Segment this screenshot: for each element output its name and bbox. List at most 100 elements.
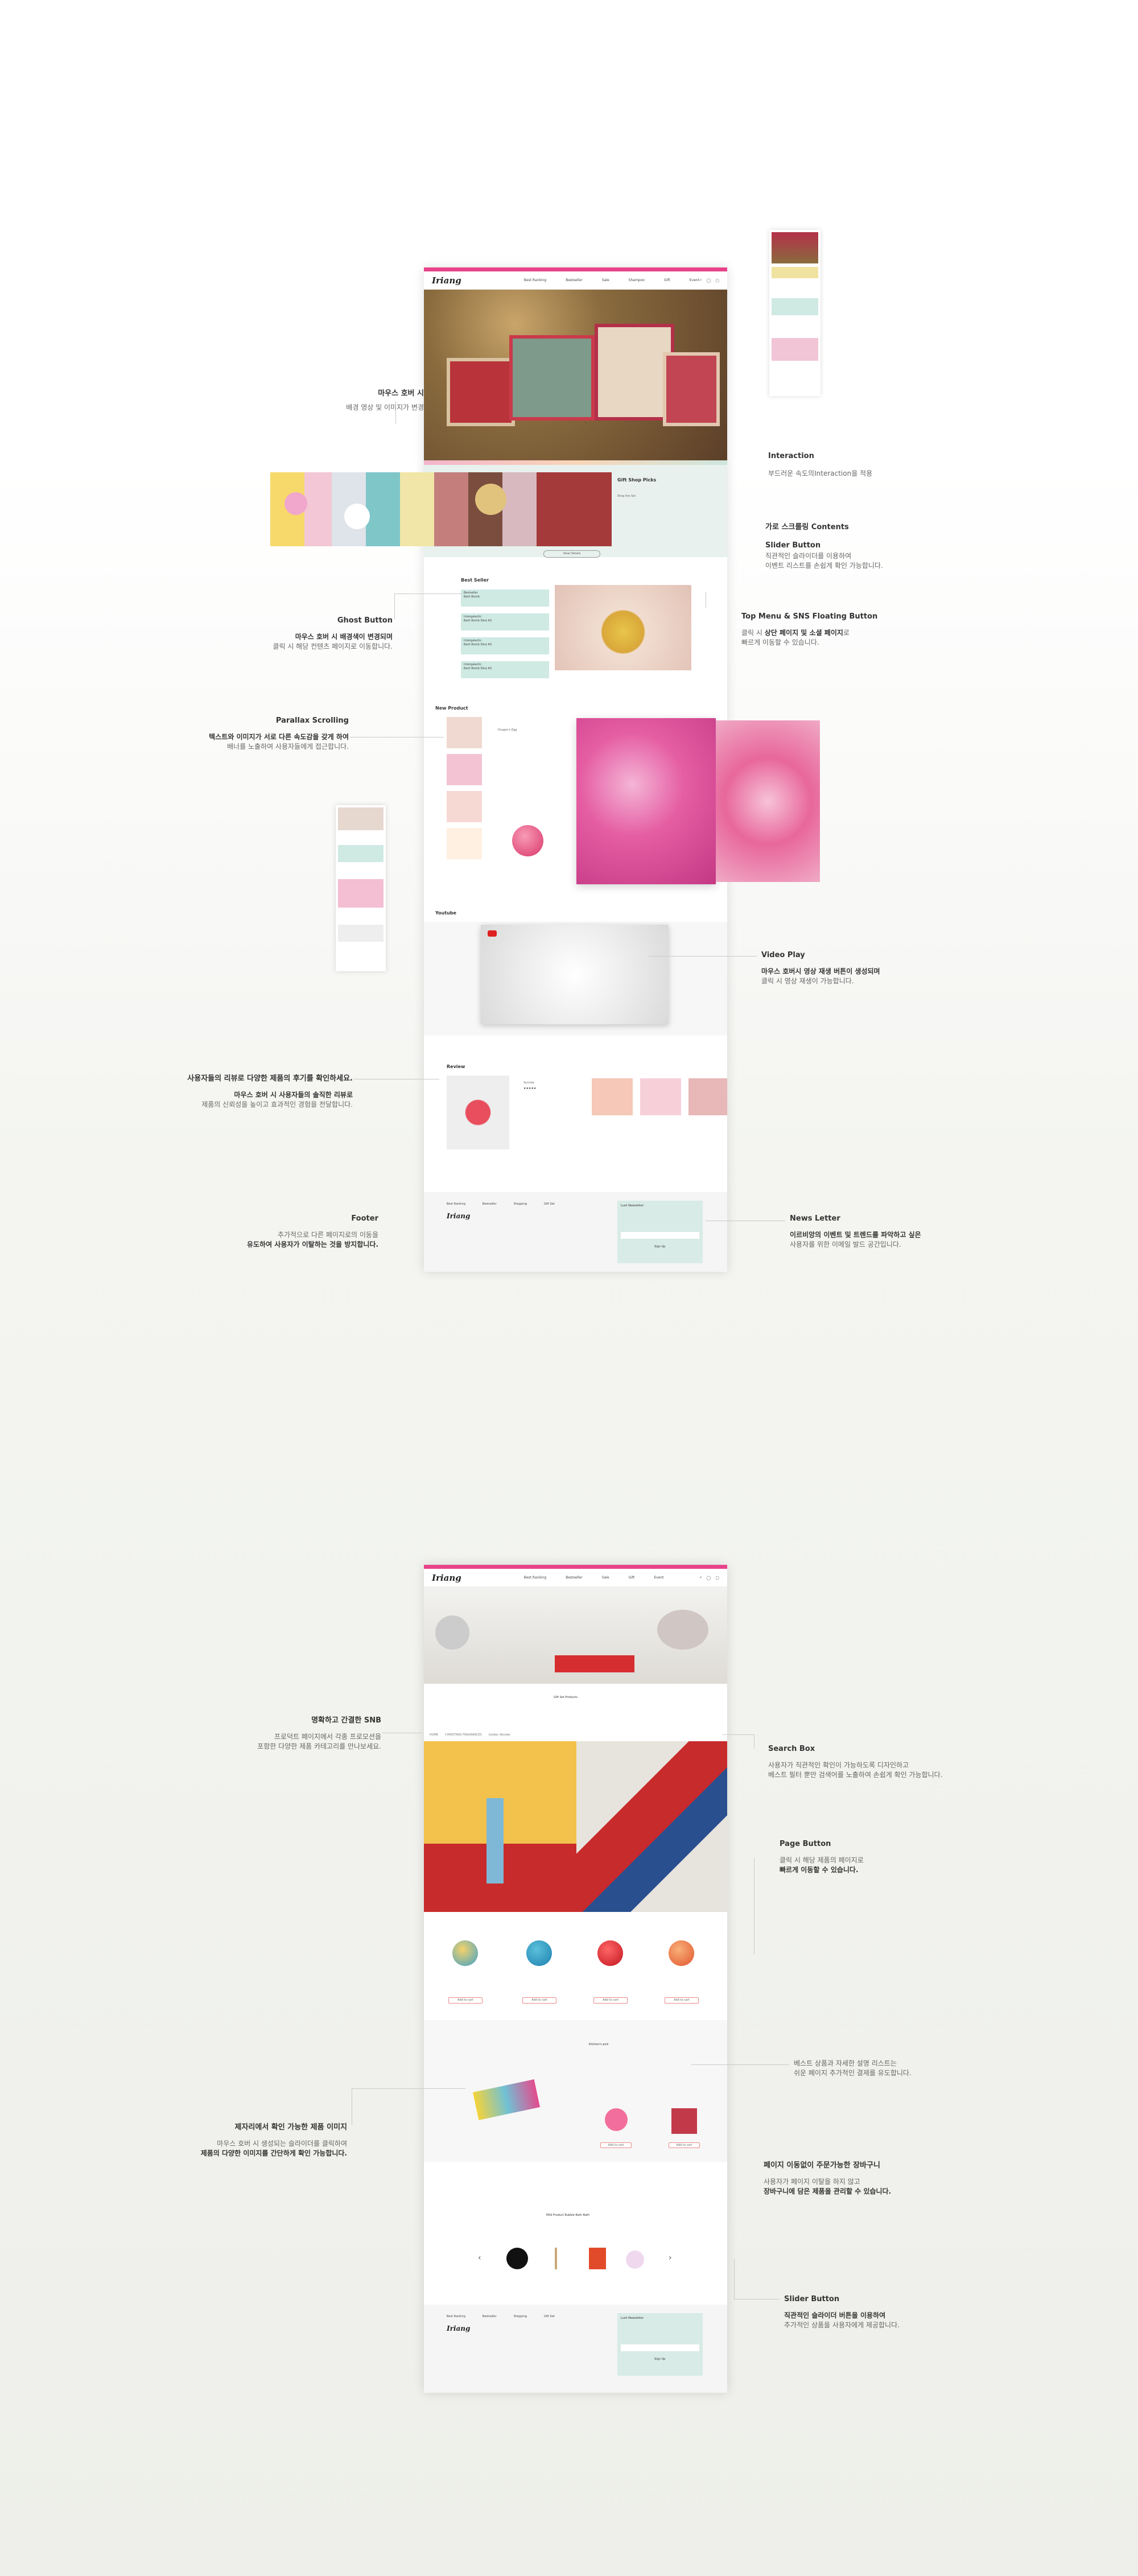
nav-item[interactable]: Best Ranking	[524, 278, 546, 282]
video-thumbnail[interactable]	[481, 925, 669, 1024]
annotation-ghost-button: Ghost Button 마우스 호버 시 배경색이 변경되며 클릭 시 해당 …	[239, 616, 393, 652]
product-thumb[interactable]	[447, 717, 482, 748]
product-ball[interactable]	[669, 1940, 694, 1966]
footer-link[interactable]: Gift Set	[544, 2315, 555, 2318]
view-details-button[interactable]: View Details	[543, 550, 600, 558]
newsletter-title: Lush Newsletter	[621, 1204, 644, 1207]
slider-next-icon[interactable]: ›	[669, 2253, 672, 2262]
add-to-cart-button[interactable]: Add to cart	[600, 2142, 632, 2148]
gift-box	[595, 324, 674, 421]
footer-link[interactable]: Gift Set	[544, 1202, 555, 1206]
nav-item[interactable]: Best Ranking	[524, 1576, 546, 1580]
footer-link[interactable]: Bestseller	[483, 2315, 497, 2318]
search-icon[interactable]: ⌕	[700, 1575, 702, 1580]
reco-product-ball[interactable]	[605, 2108, 628, 2131]
best-seller-item[interactable]: Intergalactic Bath Bomb Slice Kit	[461, 661, 549, 678]
product-ball[interactable]	[597, 1940, 623, 1966]
breadcrumb-item[interactable]: HOME	[430, 1733, 438, 1737]
breadcrumb-item[interactable]: CHRISTMAS FRAGRANCES	[445, 1733, 482, 1737]
annotation-desc-part: 로	[843, 629, 850, 637]
site-logo[interactable]: Iriang	[432, 275, 461, 286]
review-card[interactable]	[592, 1078, 633, 1115]
footer-logo[interactable]: Iriang	[447, 1212, 470, 1220]
add-to-cart-button[interactable]: Add to cart	[522, 1997, 556, 2004]
site-header: Iriang Best Ranking Bestseller Sale Sham…	[424, 271, 727, 290]
site-header: Iriang Best Ranking Bestseller Sale Gift…	[424, 1569, 727, 1587]
email-field[interactable]	[621, 2344, 699, 2351]
nav-item[interactable]: Bestseller	[566, 278, 583, 282]
annotation-footer: Footer 추가적으로 다른 페이지로의 이동을 유도하여 사용자가 이탈하는…	[216, 1214, 378, 1250]
search-icon[interactable]: ⌕	[700, 278, 702, 283]
slider-item[interactable]	[506, 2248, 528, 2269]
nav-item[interactable]: Bestseller	[566, 1576, 583, 1580]
gift-shop-text: Shop the Set	[617, 494, 636, 498]
review-card[interactable]	[688, 1078, 727, 1115]
cart-icon[interactable]: ▢	[715, 278, 719, 283]
annotation-desc: 배너를 노출하여 사용자들에게 접근합니다.	[227, 743, 349, 751]
breadcrumb-item[interactable]: Golden Wonder	[489, 1733, 511, 1737]
annotation-title: Top Menu & SNS Floating Button	[741, 612, 878, 621]
site-logo[interactable]: Iriang	[432, 1573, 461, 1583]
footer-link[interactable]: Best Ranking	[447, 2315, 465, 2318]
annotation-parallax: Parallax Scrolling 텍스트와 이미지가 서로 다른 속도감을 …	[188, 716, 349, 752]
user-icon[interactable]: ◯	[707, 278, 711, 283]
annotation-desc: 베스트 필터 뿐만 검색어를 노출하여 손쉽게 확인 가능합니다.	[768, 1771, 943, 1779]
annotation-desc: 클릭 시 상단 페이지 및 소셜 페이지로	[741, 628, 929, 638]
horizontal-scroll-strip	[270, 472, 612, 546]
best-seller-item[interactable]: Intergalactic Bath Bomb Slice Kit	[461, 613, 549, 630]
product-hero-image	[424, 1587, 727, 1684]
product-thumb[interactable]	[447, 754, 482, 785]
add-to-cart-button[interactable]: Add to cart	[593, 1997, 628, 2004]
annotation-desc: 추가적으로 다른 페이지로의 이동을	[277, 1231, 378, 1239]
add-to-cart-button[interactable]: Add to cart	[448, 1997, 483, 2004]
mini-strip	[772, 338, 818, 361]
annotation-desc-strong: 마우스 호버시 영상 재생 버튼이 생성되며	[761, 967, 880, 975]
product-ball[interactable]	[526, 1940, 552, 1966]
product-thumb[interactable]	[447, 791, 482, 822]
nav-item[interactable]: Event	[690, 278, 699, 282]
footer-logo[interactable]: Iriang	[447, 2324, 470, 2332]
nav-item[interactable]: Shampoo	[629, 278, 645, 282]
slider-title: Mild Product Bubble Bath Bath	[546, 2214, 590, 2217]
subscribe-button[interactable]: Sign Up	[654, 1245, 665, 1249]
slider-item[interactable]	[589, 2248, 606, 2269]
add-to-cart-button[interactable]: Add to cart	[665, 1997, 699, 2004]
footer-link[interactable]: Shopping	[514, 1202, 527, 1206]
subscribe-button[interactable]: Sign Up	[654, 2357, 665, 2361]
slider-prev-icon[interactable]: ‹	[478, 2253, 481, 2262]
annotation-search: Search Box 사용자가 직관적인 확인이 가능하도록 디자인하고 베스트…	[768, 1744, 973, 1780]
footer-links: Best Ranking Bestseller Shopping Gift Se…	[447, 1202, 555, 1206]
nav-item[interactable]: Event	[654, 1576, 663, 1580]
breadcrumb: HOME CHRISTMAS FRAGRANCES Golden Wonder	[430, 1733, 510, 1737]
footer-link[interactable]: Shopping	[514, 2315, 527, 2318]
slider-item[interactable]	[626, 2251, 644, 2269]
nav-item[interactable]: Sale	[602, 278, 609, 282]
footer-link[interactable]: Best Ranking	[447, 1202, 465, 1206]
add-to-cart-button[interactable]: Add to cart	[669, 2142, 700, 2148]
reco-product-box[interactable]	[671, 2108, 697, 2134]
best-seller-item[interactable]: Intergalactic Bath Bomb Slice Kit	[461, 637, 549, 654]
annotation-title: Slider Button	[765, 541, 821, 550]
best-seller-item[interactable]: Bestseller Bath Bomb	[461, 590, 549, 607]
annotation-desc: 마우스 호버 시 배경색이 변경되며	[239, 632, 393, 642]
nav-item[interactable]: Sale	[602, 1576, 609, 1580]
play-icon[interactable]	[488, 930, 497, 937]
product-thumb[interactable]	[447, 828, 482, 859]
email-field[interactable]	[621, 1232, 699, 1239]
cart-icon[interactable]: ▢	[715, 1576, 719, 1580]
top-accent-bar	[424, 267, 727, 271]
review-name: Sunrise	[523, 1081, 534, 1085]
review-card[interactable]	[640, 1078, 681, 1115]
slider-item[interactable]	[555, 2248, 557, 2269]
nav-item[interactable]: Gift	[664, 278, 670, 282]
header-icons: ⌕ ◯ ▢	[700, 1575, 719, 1580]
reco-title: Kitchen's pick	[589, 2043, 609, 2046]
nav-item[interactable]: Gift	[629, 1576, 635, 1580]
user-icon[interactable]: ◯	[707, 1576, 711, 1580]
annotation-desc: 제품의 다양한 이미지를 간단하게 확인 가능합니다.	[171, 2149, 347, 2158]
category-image-candle	[424, 1741, 576, 1912]
product-ball[interactable]	[452, 1940, 478, 1966]
footer-link[interactable]: Bestseller	[483, 1202, 497, 1206]
mini-strip	[338, 879, 384, 908]
annotation-desc: 마우스 호버시 영상 재생 버튼이 생성되며	[761, 967, 932, 976]
